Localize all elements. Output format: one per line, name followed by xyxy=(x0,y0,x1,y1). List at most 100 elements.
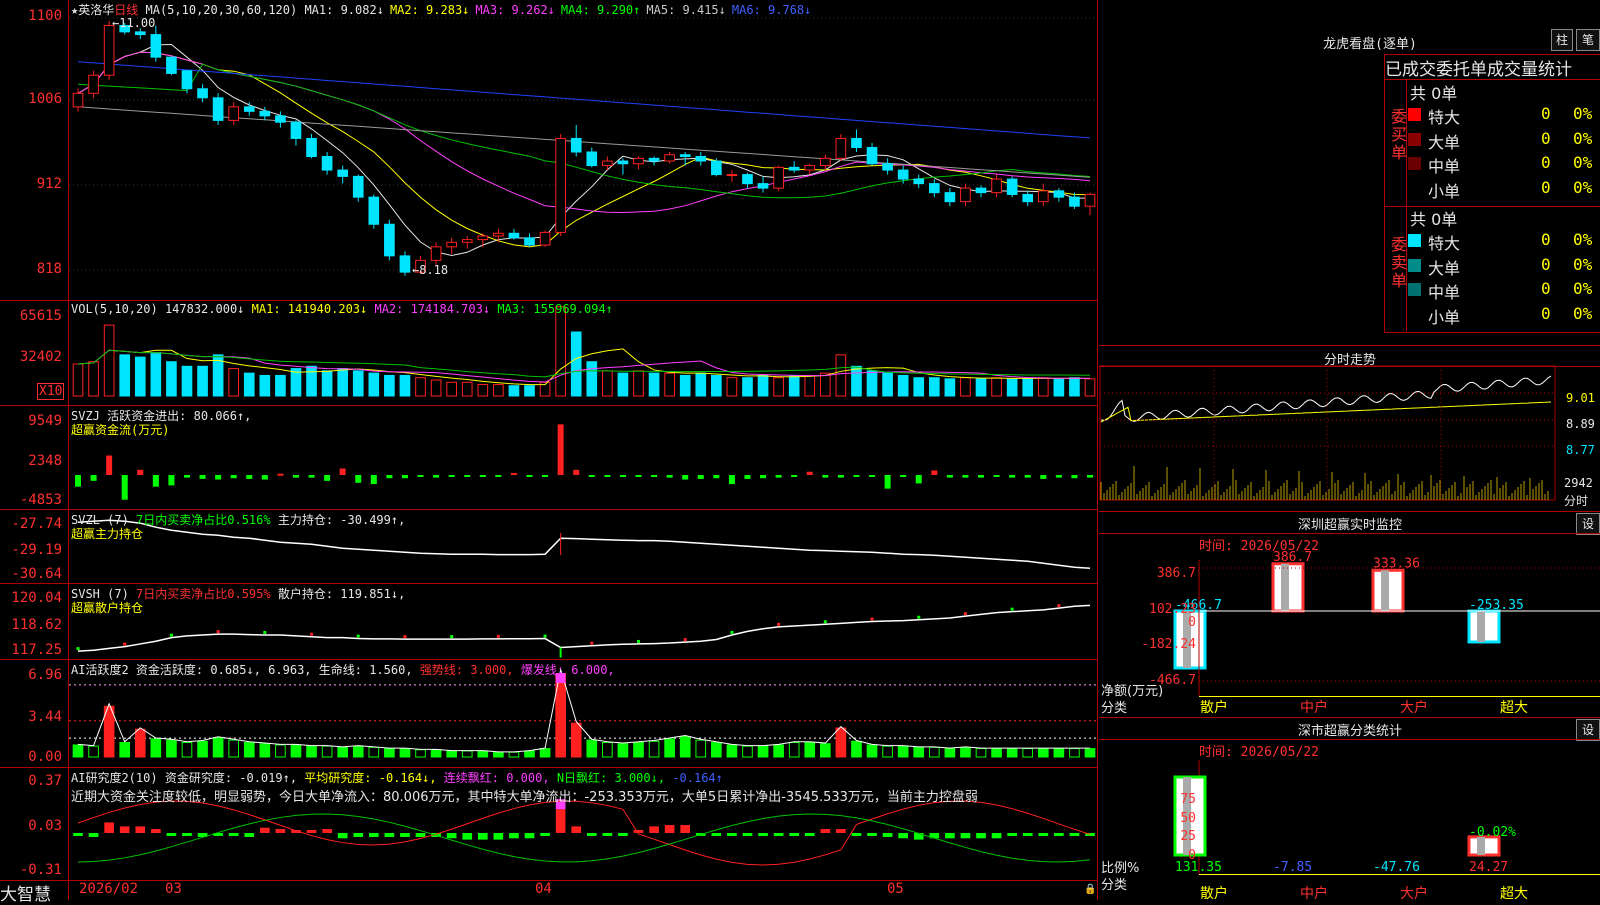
y-label: 6.96 xyxy=(28,667,62,683)
candle xyxy=(726,174,738,177)
ma-value-4: MA4: 9.290↑ xyxy=(560,3,641,17)
fund-flow-bar xyxy=(666,475,673,478)
category-large: 大户 xyxy=(1400,886,1428,902)
activity-bar xyxy=(306,745,317,758)
ma-value-1: MA1: 9.082↓ xyxy=(304,3,384,17)
ai2-text: 爆发线: 6.000, xyxy=(520,663,615,677)
activity-bar xyxy=(524,750,535,758)
ma-label: MA(5,10,20,30,60,120) xyxy=(145,3,298,17)
fund-flow-bar xyxy=(339,468,346,475)
svzj-subtitle: 超赢资金流(万元) xyxy=(71,423,170,437)
volume-bar xyxy=(119,354,131,397)
fund-flow-bar xyxy=(183,475,190,478)
volume-bar xyxy=(819,372,831,397)
settings-button[interactable]: 设 xyxy=(1576,513,1600,535)
research-bar xyxy=(182,833,192,836)
bar-shade xyxy=(1281,563,1289,611)
vol-ma3: MA3: 155969.094↑ xyxy=(497,302,613,316)
category-super: 超大 xyxy=(1500,886,1528,902)
volume-bar xyxy=(570,331,582,397)
air-text: -0.164↑ xyxy=(672,771,723,785)
swatch-icon xyxy=(1408,307,1421,321)
tick-mark xyxy=(590,641,594,645)
activity-bar xyxy=(384,748,395,758)
activity-bar xyxy=(695,739,707,758)
volume-bar xyxy=(633,370,644,397)
stroke-toggle-button[interactable]: 笔 xyxy=(1576,29,1600,51)
activity-bar xyxy=(352,745,364,758)
volume-bar xyxy=(679,374,691,397)
activity-bar xyxy=(773,744,784,758)
fund-flow-bar xyxy=(401,475,408,479)
activity-bar xyxy=(617,743,629,758)
tick-mark xyxy=(123,642,127,646)
activity-bar xyxy=(1006,748,1018,758)
volume-bar xyxy=(602,370,613,397)
volume-bar xyxy=(788,374,800,397)
order-count: 0 xyxy=(1541,230,1551,249)
activity-bar xyxy=(508,751,520,758)
tick-mark xyxy=(730,630,734,634)
activity-bar xyxy=(72,744,84,758)
fund-flow-bar xyxy=(433,475,440,478)
candle xyxy=(539,231,551,246)
volume-bar xyxy=(166,361,177,397)
ma-line-30 xyxy=(77,63,1091,199)
activity-bar xyxy=(228,739,240,758)
volume-bar xyxy=(975,378,987,397)
volume-bar xyxy=(321,370,333,397)
vol-ma2: MA2: 174184.703↓ xyxy=(374,302,491,316)
y-label: 0.00 xyxy=(28,749,62,765)
candle xyxy=(197,88,208,99)
activity-bar xyxy=(928,746,940,758)
settings-button[interactable]: 设 xyxy=(1576,719,1600,741)
candle xyxy=(321,156,333,171)
unit-badge[interactable]: X10 xyxy=(37,383,65,400)
ma-value-5: MA5: 9.415↓ xyxy=(646,3,726,17)
fund-flow-bar xyxy=(682,475,689,480)
volume-bar xyxy=(851,365,862,397)
activity-bar xyxy=(430,749,442,758)
order-row: 大单 0 0% xyxy=(1408,128,1600,152)
volume-bar xyxy=(1037,377,1049,397)
candle xyxy=(134,31,146,36)
period-label[interactable]: 日线 xyxy=(114,3,138,17)
candle xyxy=(493,232,504,237)
volume-bar xyxy=(773,377,784,397)
candle xyxy=(399,255,411,273)
x-label: 04 xyxy=(535,881,552,897)
chart-canvas[interactable] xyxy=(0,0,1098,900)
candle xyxy=(306,137,317,158)
stock-name[interactable]: 英洛华 xyxy=(78,3,114,17)
research-bar xyxy=(368,833,379,837)
x-label: 2026/02 xyxy=(79,881,139,897)
air-text: N日飘红: 3.000↓, xyxy=(556,771,666,785)
order-type: 特大 xyxy=(1428,108,1461,127)
vol-label: VOL(5,10,20) xyxy=(71,302,158,316)
intraday-price-line xyxy=(1100,375,1552,422)
candle xyxy=(804,165,816,171)
lock-icon[interactable]: 🔒 xyxy=(1084,884,1096,895)
research-bar xyxy=(400,833,410,837)
y-label: 386.7 xyxy=(1156,566,1196,581)
y-label: 0 xyxy=(1188,615,1196,630)
brand-logo[interactable]: 大智慧 xyxy=(0,880,51,905)
fund-flow-bar xyxy=(137,469,144,475)
fund-flow-bar xyxy=(199,475,206,479)
sz-monitor-title: 深圳超赢实时监控 xyxy=(1297,518,1402,533)
air-text: 平均研究度: -0.164↓, xyxy=(304,771,437,785)
research-bar xyxy=(493,833,504,840)
order-type: 小单 xyxy=(1428,181,1461,201)
order-count: 0 xyxy=(1541,128,1551,148)
order-type: 特大 xyxy=(1428,234,1461,253)
tick-mark xyxy=(450,635,454,639)
fund-flow-bar xyxy=(978,475,985,478)
candle xyxy=(1022,193,1034,203)
candle xyxy=(555,137,566,233)
research-bar xyxy=(477,833,488,840)
column-toggle-button[interactable]: 柱 xyxy=(1551,29,1573,51)
vol-ma1: MA1: 141940.203↓ xyxy=(251,302,368,316)
volume-bar xyxy=(617,372,629,397)
activity-bar xyxy=(991,748,1002,758)
candle xyxy=(711,160,722,176)
